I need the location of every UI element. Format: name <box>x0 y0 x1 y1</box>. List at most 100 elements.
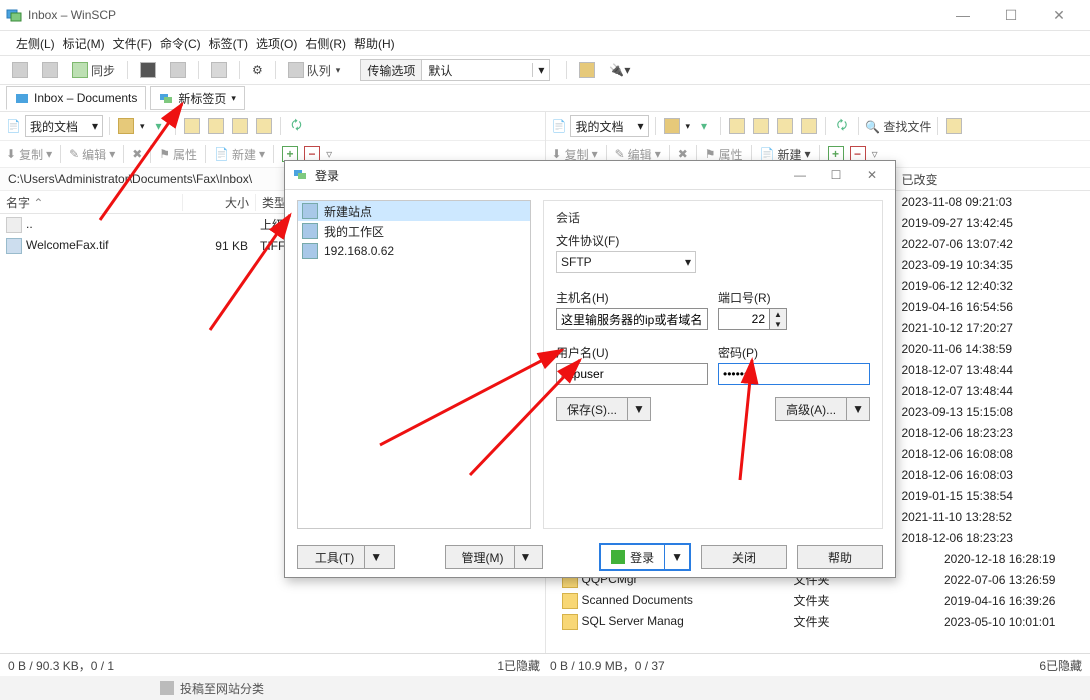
menu-command[interactable]: 命令(C) <box>158 33 203 54</box>
protocol-select[interactable]: SFTP▾ <box>556 251 696 273</box>
local-nav: 📄 我的文档▾ ▾ ▾ 🗘 <box>0 112 545 141</box>
dialog-title: 登录 <box>315 167 339 184</box>
window-minimize[interactable]: — <box>946 7 980 24</box>
tool-server[interactable] <box>575 59 599 81</box>
status-right1: 0 B / 10.9 MB，0 / 37 <box>550 657 1039 674</box>
nav-back-icon[interactable] <box>116 116 136 136</box>
help-button[interactable]: 帮助 <box>797 545 883 569</box>
op-props[interactable]: ⚑ 属性 <box>159 146 197 163</box>
bottom-icon <box>160 681 174 695</box>
tool-refresh[interactable] <box>207 59 231 81</box>
port-input[interactable] <box>718 308 770 330</box>
close-button[interactable]: 关闭 <box>701 545 787 569</box>
op-new[interactable]: 📄 新建 ▾ <box>214 146 265 163</box>
op-delete[interactable]: ✖ <box>678 147 688 161</box>
window-maximize[interactable]: ☐ <box>994 7 1028 24</box>
site-item[interactable]: 新建站点 <box>298 201 530 221</box>
op-copy[interactable]: ⬇ 复制 ▾ <box>6 146 52 163</box>
dialog-icon <box>293 167 309 183</box>
status-left: 0 B / 90.3 KB，0 / 1 <box>8 657 497 674</box>
op-filter[interactable]: ▿ <box>872 147 878 161</box>
dialog-minimize[interactable]: — <box>785 168 815 182</box>
site-list[interactable]: 新建站点我的工作区192.168.0.62 <box>297 200 531 529</box>
app-icon <box>6 7 22 23</box>
status-bar: 0 B / 90.3 KB，0 / 1 1已隐藏 0 B / 10.9 MB，0… <box>0 653 1090 676</box>
menu-help[interactable]: 帮助(H) <box>352 33 397 54</box>
menu-mark[interactable]: 标记(M) <box>61 33 107 54</box>
local-folder-select[interactable]: 我的文档▾ <box>25 115 103 137</box>
site-icon <box>302 223 318 239</box>
op-filter[interactable]: ▿ <box>326 147 332 161</box>
nav-refresh[interactable]: 🗘 <box>832 116 852 136</box>
col-date[interactable]: 已改变 <box>896 171 1048 188</box>
col-size[interactable]: 大小 <box>183 194 256 211</box>
login-dialog: 登录 — ☐ ✕ 新建站点我的工作区192.168.0.62 会话 文件协议(F… <box>284 160 896 578</box>
menu-file[interactable]: 文件(F) <box>111 33 154 54</box>
sync-button[interactable]: 同步 <box>68 59 119 81</box>
tool-compare[interactable] <box>166 59 190 81</box>
tool-panels[interactable] <box>8 59 32 81</box>
op-delete[interactable]: ✖ <box>132 147 142 161</box>
user-label: 用户名(U) <box>556 344 708 361</box>
menu-tab[interactable]: 标签(T) <box>207 33 250 54</box>
list-item[interactable]: Scanned Documents文件夹2019-04-16 16:39:26 <box>546 590 1090 611</box>
tab-inbox-documents[interactable]: Inbox – Documents <box>6 86 146 110</box>
nav-home[interactable] <box>230 116 250 136</box>
tab-new[interactable]: 新标签页 ▾ <box>150 86 245 110</box>
window-title: Inbox – WinSCP <box>28 8 946 22</box>
port-spinner[interactable]: ▲▼ <box>718 308 870 330</box>
list-item[interactable]: SQL Server Manag文件夹2023-05-10 10:01:01 <box>546 611 1090 632</box>
pass-label: 密码(P) <box>718 344 870 361</box>
queue-button[interactable]: 队列▾ <box>284 59 345 81</box>
tool-console[interactable] <box>136 59 160 81</box>
col-name[interactable]: 名字 ⌃ <box>0 194 183 211</box>
folder-icon <box>15 91 29 105</box>
menu-bar: 左侧(L) 标记(M) 文件(F) 命令(C) 标签(T) 选项(O) 右侧(R… <box>0 31 1090 56</box>
window-close[interactable]: ✕ <box>1042 7 1076 24</box>
manage-button[interactable]: 管理(M)▼ <box>445 545 543 569</box>
host-input[interactable] <box>556 308 708 330</box>
login-button[interactable]: 登录 ▼ <box>599 543 691 571</box>
op-edit[interactable]: ✎ 编辑 ▾ <box>69 146 115 163</box>
tool-settings[interactable]: ⚙ <box>248 59 267 81</box>
protocol-label: 文件协议(F) <box>556 232 870 249</box>
save-button[interactable]: 保存(S)...▼ <box>556 397 651 421</box>
main-toolbar: 同步 ⚙ 队列▾ 传输选项 默认 ▾ 🔌▾ <box>0 56 1090 85</box>
nav-up2[interactable] <box>206 116 226 136</box>
bottom-bar: 投稿至网站分类 <box>0 676 1090 700</box>
menu-right[interactable]: 右侧(R) <box>303 33 348 54</box>
login-dropdown[interactable]: ▼ <box>664 545 689 569</box>
nav-root[interactable] <box>799 116 819 136</box>
site-icon <box>302 243 318 259</box>
tools-button[interactable]: 工具(T)▼ <box>297 545 395 569</box>
status-right2: 6已隐藏 <box>1039 657 1082 674</box>
tool-disconnect[interactable]: 🔌▾ <box>605 59 634 81</box>
nav-root[interactable] <box>254 116 274 136</box>
dialog-maximize[interactable]: ☐ <box>821 168 851 182</box>
find-files[interactable]: 🔍 查找文件 <box>865 118 931 135</box>
nav-up1[interactable] <box>727 116 747 136</box>
nav-up1[interactable] <box>182 116 202 136</box>
nav-extra[interactable] <box>944 116 964 136</box>
dialog-close[interactable]: ✕ <box>857 168 887 182</box>
menu-left[interactable]: 左侧(L) <box>14 33 57 54</box>
tool-local[interactable] <box>38 59 62 81</box>
port-up[interactable]: ▲ <box>770 309 786 319</box>
site-item[interactable]: 我的工作区 <box>298 221 530 241</box>
session-group-label: 会话 <box>556 209 870 226</box>
remote-folder-select[interactable]: 我的文档▾ <box>570 115 648 137</box>
port-down[interactable]: ▼ <box>770 319 786 329</box>
advanced-button[interactable]: 高级(A)...▼ <box>775 397 870 421</box>
nav-home[interactable] <box>775 116 795 136</box>
nav-refresh[interactable]: 🗘 <box>287 116 307 136</box>
nav-fwd-icon[interactable]: ▾ <box>149 116 169 136</box>
nav-up2[interactable] <box>751 116 771 136</box>
site-item[interactable]: 192.168.0.62 <box>298 241 530 261</box>
nav-back-icon[interactable] <box>662 116 682 136</box>
password-input[interactable] <box>718 363 870 385</box>
menu-option[interactable]: 选项(O) <box>254 33 299 54</box>
session-form: 会话 文件协议(F) SFTP▾ 主机名(H) 端口号(R) ▲▼ <box>543 200 883 529</box>
username-input[interactable] <box>556 363 708 385</box>
nav-fwd-icon[interactable]: ▾ <box>694 116 714 136</box>
transfer-settings[interactable]: 传输选项 默认 ▾ <box>360 59 550 81</box>
